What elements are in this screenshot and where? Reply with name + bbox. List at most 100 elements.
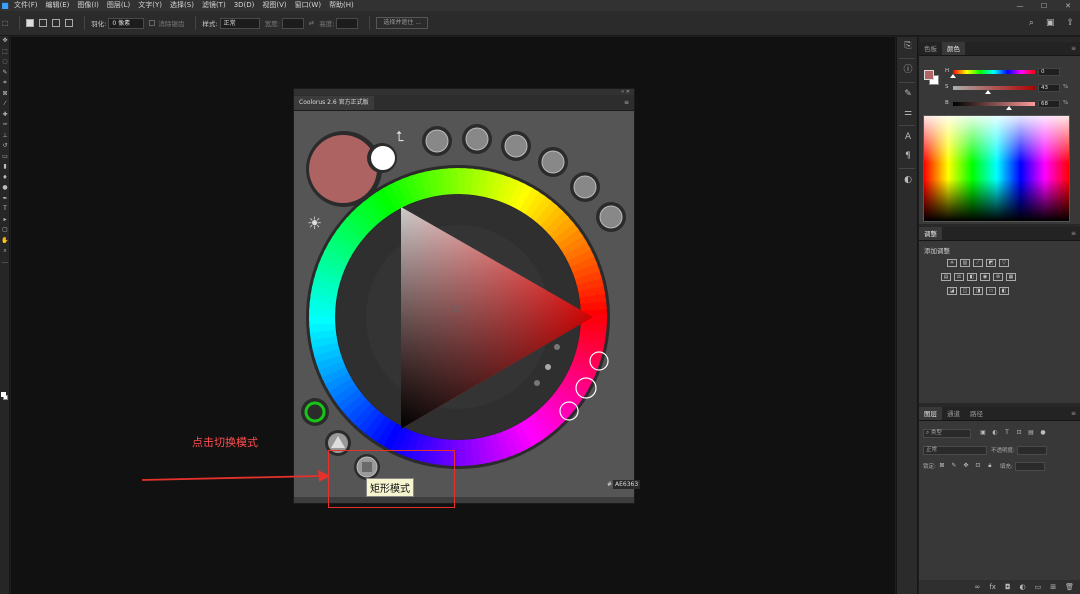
preset-knob[interactable] bbox=[541, 150, 565, 174]
vibrance-icon[interactable]: ▽ bbox=[999, 259, 1009, 267]
layer-kind-select[interactable]: ⌕ 类型 bbox=[923, 428, 971, 438]
coolorus-icon[interactable]: ◐ bbox=[897, 171, 919, 190]
link-layers-icon[interactable]: ∞ bbox=[975, 583, 981, 591]
current-color-swatch[interactable] bbox=[309, 135, 377, 203]
properties-icon[interactable]: ⚌ bbox=[897, 104, 919, 123]
black-white-icon[interactable]: ◧ bbox=[967, 273, 977, 281]
dodge-tool-icon[interactable]: ● bbox=[0, 183, 10, 194]
saturation-slider-track[interactable] bbox=[953, 86, 1035, 90]
width-input[interactable] bbox=[281, 17, 304, 29]
style-select[interactable]: 正常 bbox=[219, 17, 260, 29]
menu-edit[interactable]: 编辑(E) bbox=[42, 0, 74, 11]
secondary-color-swatch[interactable] bbox=[371, 146, 395, 170]
blur-tool-icon[interactable]: ♦ bbox=[0, 173, 10, 184]
tab-adjustments[interactable]: 调整 bbox=[919, 227, 942, 240]
layer-style-icon[interactable]: fx bbox=[989, 583, 996, 591]
filter-shape-icon[interactable]: ⊡ bbox=[1015, 429, 1023, 437]
marquee-tool-icon[interactable]: ⬚ bbox=[0, 47, 10, 58]
brush-tool-icon[interactable]: ✑ bbox=[0, 120, 10, 131]
close-button[interactable]: ✕ bbox=[1056, 2, 1080, 10]
exposure-icon[interactable]: ◩ bbox=[986, 259, 996, 267]
brightness-icon[interactable]: ☀ bbox=[307, 214, 322, 234]
paragraph-icon[interactable]: ¶ bbox=[897, 147, 919, 166]
quick-select-tool-icon[interactable]: ✎ bbox=[0, 68, 10, 79]
lock-all-icon[interactable]: 🔒︎ bbox=[986, 462, 994, 470]
pen-tool-icon[interactable]: ✒ bbox=[0, 194, 10, 205]
stamp-tool-icon[interactable]: ⊥ bbox=[0, 131, 10, 142]
blend-mode-select[interactable]: 正常 bbox=[923, 445, 987, 455]
character-icon[interactable]: A bbox=[897, 128, 919, 147]
color-balance-icon[interactable]: ⚖ bbox=[954, 273, 964, 281]
invert-icon[interactable]: ◪ bbox=[947, 287, 957, 295]
preset-knob[interactable] bbox=[425, 129, 449, 153]
ps-logo-icon[interactable]: ■ bbox=[0, 0, 10, 11]
hue-value-input[interactable]: 0 bbox=[1038, 68, 1060, 76]
channel-mixer-icon[interactable]: ⊛ bbox=[993, 273, 1003, 281]
harmony-dot[interactable] bbox=[554, 344, 560, 350]
history-icon[interactable]: ⎘ bbox=[897, 37, 919, 56]
maximize-button[interactable]: ☐ bbox=[1032, 2, 1056, 10]
photo-filter-icon[interactable]: ◉ bbox=[980, 273, 990, 281]
menu-image[interactable]: 图像(I) bbox=[73, 0, 103, 11]
new-adjustment-icon[interactable]: ◐ bbox=[1020, 583, 1026, 591]
marquee-preset-icon[interactable]: ⬚ bbox=[2, 19, 8, 27]
shape-tool-icon[interactable]: ▢ bbox=[0, 225, 10, 236]
hue-saturation-icon[interactable]: ▤ bbox=[941, 273, 951, 281]
delete-layer-icon[interactable]: 🗑︎ bbox=[1065, 583, 1074, 591]
frame-tool-icon[interactable]: ⊠ bbox=[0, 89, 10, 100]
preset-knob[interactable] bbox=[465, 127, 489, 151]
color-lookup-icon[interactable]: ▦ bbox=[1006, 273, 1016, 281]
levels-icon[interactable]: ▥ bbox=[960, 259, 970, 267]
lasso-tool-icon[interactable]: ◌ bbox=[0, 57, 10, 68]
tab-color[interactable]: 颜色 bbox=[942, 42, 965, 55]
tab-swatches[interactable]: 色板 bbox=[919, 42, 942, 55]
preset-knob[interactable] bbox=[573, 175, 597, 199]
brightness-contrast-icon[interactable]: ☀ bbox=[947, 259, 957, 267]
workspace-icon[interactable]: ▣ bbox=[1046, 18, 1055, 28]
coolorus-tab[interactable]: Coolorus 2.6 官方正式版 bbox=[294, 96, 374, 110]
menu-filter[interactable]: 滤镜(T) bbox=[198, 0, 230, 11]
hex-input[interactable]: AE6363 bbox=[613, 480, 641, 489]
harmony-dot[interactable] bbox=[534, 380, 540, 386]
select-and-mask-button[interactable]: 选择并遮住 ... bbox=[376, 17, 429, 29]
new-selection-icon[interactable] bbox=[26, 19, 35, 27]
brush-settings-icon[interactable]: ✎ bbox=[897, 85, 919, 104]
menu-select[interactable]: 选择(S) bbox=[166, 0, 198, 11]
hand-tool-icon[interactable]: ✋ bbox=[0, 236, 10, 247]
menu-help[interactable]: 帮助(H) bbox=[325, 0, 358, 11]
selective-color-icon[interactable]: ◧ bbox=[999, 287, 1009, 295]
foreground-color-swatch[interactable] bbox=[1, 392, 6, 397]
history-brush-tool-icon[interactable]: ↺ bbox=[0, 141, 10, 152]
eraser-tool-icon[interactable]: ▭ bbox=[0, 152, 10, 163]
foreground-color-swatch[interactable] bbox=[924, 70, 934, 80]
antialias-checkbox[interactable]: 消除锯齿 bbox=[149, 18, 184, 28]
brightness-slider-track[interactable] bbox=[953, 102, 1035, 106]
filter-pixel-icon[interactable]: ▣ bbox=[979, 429, 987, 437]
add-selection-icon[interactable] bbox=[39, 19, 48, 27]
preset-knob[interactable] bbox=[599, 205, 623, 229]
saturation-value-input[interactable]: 43 bbox=[1038, 84, 1060, 92]
swap-icon[interactable]: ⇄ bbox=[309, 19, 314, 27]
harmony-dot[interactable] bbox=[545, 364, 551, 370]
saturation-slider-thumb[interactable] bbox=[985, 90, 992, 94]
new-group-icon[interactable]: ▭ bbox=[1035, 583, 1042, 591]
lock-artboard-icon[interactable]: ⊡ bbox=[974, 462, 982, 470]
foreground-background-swatch[interactable] bbox=[1, 392, 8, 400]
tab-channels[interactable]: 通道 bbox=[942, 407, 965, 420]
panel-menu-icon[interactable]: ≡ bbox=[624, 96, 634, 110]
hue-slider-track[interactable] bbox=[953, 70, 1035, 74]
filter-toggle-icon[interactable]: ● bbox=[1039, 429, 1047, 437]
share-icon[interactable]: ⇪ bbox=[1066, 18, 1074, 28]
threshold-icon[interactable]: ◨ bbox=[973, 287, 983, 295]
path-select-tool-icon[interactable]: ▸ bbox=[0, 215, 10, 226]
gradient-map-icon[interactable]: ▭ bbox=[986, 287, 996, 295]
brightness-slider-thumb[interactable] bbox=[1005, 106, 1012, 110]
opacity-input[interactable] bbox=[1016, 445, 1047, 455]
tab-paths[interactable]: 路径 bbox=[965, 407, 988, 420]
filter-type-icon[interactable]: T bbox=[1003, 429, 1011, 437]
menu-layer[interactable]: 图层(L) bbox=[103, 0, 134, 11]
crop-tool-icon[interactable]: ⌗ bbox=[0, 78, 10, 89]
lock-position-icon[interactable]: ✥ bbox=[962, 462, 970, 470]
fill-input[interactable] bbox=[1014, 461, 1045, 471]
lock-transparent-icon[interactable]: ⊠ bbox=[938, 462, 946, 470]
